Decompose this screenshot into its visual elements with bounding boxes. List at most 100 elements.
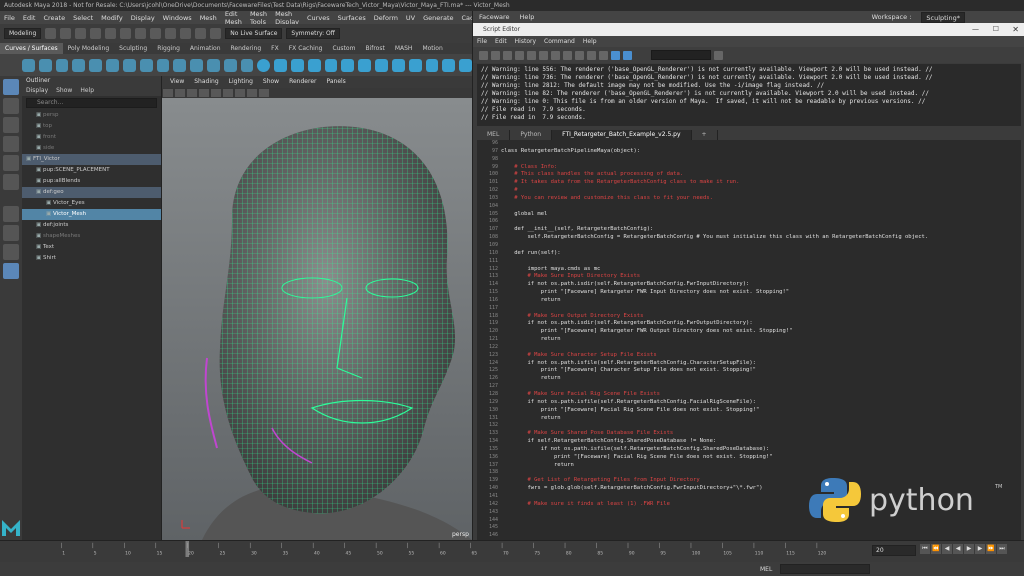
code-line[interactable]: return (501, 462, 1021, 470)
planar-icon[interactable] (391, 58, 405, 72)
faceware-menu-item-help[interactable]: Help (520, 11, 535, 23)
script-tab[interactable]: MEL (477, 130, 511, 140)
code-line[interactable]: def __init__(self, RetargeterBatchConfig… (501, 226, 1021, 234)
outliner-row[interactable]: ▣ FTI_Victor (22, 154, 161, 165)
select-component-icon[interactable] (150, 28, 162, 39)
shadows-icon[interactable] (235, 89, 245, 97)
select-tool-icon[interactable] (3, 79, 19, 95)
nurbs-cone-icon[interactable] (307, 58, 321, 72)
minimize-icon[interactable]: — (972, 23, 979, 36)
viewport-menu-renderer[interactable]: Renderer (289, 76, 316, 88)
detach-curves-icon[interactable] (156, 58, 170, 72)
execute-all-icon[interactable] (611, 50, 620, 60)
code-line[interactable]: return (501, 297, 1021, 305)
outliner-row[interactable]: ▣ def:geo (22, 187, 161, 198)
paint-select-icon[interactable] (3, 117, 19, 133)
menu-item-create[interactable]: Create (43, 14, 65, 22)
menu-item-deform[interactable]: Deform (374, 14, 398, 22)
extrude-icon[interactable] (408, 58, 422, 72)
script-menu-command[interactable]: Command (544, 36, 575, 47)
code-line[interactable]: print "[Faceware] Character Setup File d… (501, 367, 1021, 375)
camera-icon[interactable] (163, 89, 173, 97)
menu-item-modify[interactable]: Modify (101, 14, 123, 22)
nurbs-square-icon[interactable] (38, 58, 52, 72)
bezier-curve-icon[interactable] (122, 58, 136, 72)
shelf-tab-poly-modeling[interactable]: Poly Modeling (63, 43, 115, 54)
code-line[interactable]: import maya.cmds as mc (501, 266, 1021, 274)
snap-surface-icon[interactable] (210, 28, 222, 39)
lasso-tool-icon[interactable] (3, 98, 19, 114)
search-field[interactable] (651, 50, 711, 60)
faceware-menu-item-faceware[interactable]: Faceware (479, 11, 510, 23)
scale-tool-icon[interactable] (3, 174, 19, 190)
viewport-menu-shading[interactable]: Shading (194, 76, 218, 88)
code-line[interactable] (501, 383, 1021, 391)
open-script-icon[interactable] (479, 50, 488, 60)
outliner-row[interactable]: ▣ front (22, 132, 161, 143)
code-line[interactable]: if not os.path.isfile(self.RetargeterBat… (501, 399, 1021, 407)
outliner-row[interactable]: ▣ persp (22, 110, 161, 121)
code-line[interactable] (501, 140, 1021, 148)
xray-icon[interactable] (259, 89, 269, 97)
lights-icon[interactable] (223, 89, 233, 97)
nurbs-cylinder-icon[interactable] (291, 58, 304, 72)
code-line[interactable]: # Make Sure Input Directory Exists (501, 273, 1021, 281)
close-icon[interactable]: ✕ (1012, 23, 1019, 36)
show-both-icon[interactable] (599, 50, 608, 60)
code-line[interactable] (501, 242, 1021, 250)
source-script-icon[interactable] (491, 50, 500, 60)
insert-knot-icon[interactable] (173, 58, 187, 72)
menu-item-uv[interactable]: UV (406, 14, 415, 22)
boundary-icon[interactable] (442, 58, 456, 72)
arc-tool-icon[interactable] (106, 58, 119, 72)
code-line[interactable] (501, 203, 1021, 211)
step-back-frame-icon[interactable]: ◀ (942, 544, 952, 554)
shelf-tab-animation[interactable]: Animation (185, 43, 226, 54)
clear-history-icon[interactable] (539, 50, 548, 60)
line-numbers-icon[interactable] (527, 50, 536, 60)
revolve-icon[interactable] (358, 58, 372, 72)
outliner-search-input[interactable]: Search... (26, 98, 157, 108)
ep-curve-icon[interactable] (72, 58, 86, 72)
code-line[interactable]: # You can review and customize this clas… (501, 195, 1021, 203)
mode-dropdown[interactable]: Modeling (4, 28, 42, 39)
echo-commands-icon[interactable] (515, 50, 524, 60)
nurbs-plane-icon[interactable] (324, 58, 338, 72)
search-icon[interactable] (714, 50, 723, 60)
shelf-tab-rigging[interactable]: Rigging (152, 43, 185, 54)
outliner-row[interactable]: ▣ def:joints (22, 220, 161, 231)
go-to-start-icon[interactable]: ⏮ (920, 544, 930, 554)
rotate-tool-icon[interactable] (3, 155, 19, 171)
code-line[interactable]: # Make Sure Character Setup File Exists (501, 352, 1021, 360)
code-line[interactable]: # Make Sure Facial Rig Scene File Exists (501, 391, 1021, 399)
code-line[interactable]: # (501, 187, 1021, 195)
step-forward-key-icon[interactable]: ⏩ (986, 544, 996, 554)
select-object-icon[interactable] (135, 28, 147, 39)
script-menu-file[interactable]: File (477, 36, 487, 47)
code-line[interactable] (501, 218, 1021, 226)
current-frame-field[interactable]: 20 (872, 545, 916, 556)
code-line[interactable]: print "[Faceware] Facial Rig Scene File … (501, 454, 1021, 462)
outliner-row[interactable]: ▣ shapeMeshes (22, 231, 161, 242)
undo-icon[interactable] (90, 28, 102, 39)
show-history-icon[interactable] (575, 50, 584, 60)
play-forward-icon[interactable]: ▶ (964, 544, 974, 554)
shelf-tab-fx-caching[interactable]: FX Caching (284, 43, 328, 54)
code-line[interactable]: # Make Sure Shared Pose Database File Ex… (501, 430, 1021, 438)
cv-curve-icon[interactable] (55, 58, 69, 72)
shelf-tab-mash[interactable]: MASH (390, 43, 418, 54)
redo-icon[interactable] (105, 28, 117, 39)
outliner-row[interactable]: ▣ Text (22, 242, 161, 253)
code-line[interactable] (501, 156, 1021, 164)
clear-all-icon[interactable] (563, 50, 572, 60)
fillet-curve-icon[interactable] (240, 58, 254, 72)
pencil-curve-icon[interactable] (89, 58, 103, 72)
viewport-menu-panels[interactable]: Panels (326, 76, 345, 88)
code-line[interactable]: if not os.path.isfile(self.RetargeterBat… (501, 446, 1021, 454)
viewport-menu-view[interactable]: View (170, 76, 184, 88)
step-forward-frame-icon[interactable]: ▶ (975, 544, 985, 554)
menu-item-display[interactable]: Display (131, 14, 155, 22)
go-to-end-icon[interactable]: ⏭ (997, 544, 1007, 554)
mel-command-input[interactable] (780, 564, 870, 574)
code-line[interactable] (501, 344, 1021, 352)
